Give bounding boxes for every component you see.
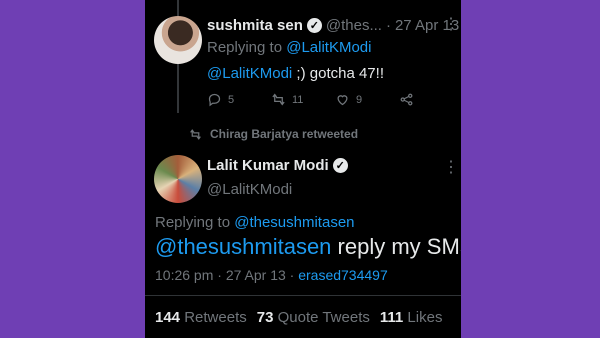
tweet2-stats: 144 Retweets 73 Quote Tweets 111 Likes (155, 309, 442, 326)
retweeted-label[interactable]: Chirag Barjatya retweeted (210, 127, 358, 141)
reply-button[interactable]: 5 (207, 92, 271, 107)
replying-label: Replying to (207, 39, 283, 56)
verified-icon: ✓ (306, 18, 322, 33)
reply-icon (208, 93, 221, 107)
retweet-icon (190, 128, 201, 140)
tweet2-replying-to: Replying to @thesushmitasen (155, 214, 355, 231)
replying-label: Replying to (155, 214, 231, 231)
like-count: 9 (356, 93, 363, 106)
verified-icon: ✓ (332, 158, 348, 173)
tweet2-header: Lalit Kumar Modi ✓ (207, 157, 348, 174)
replying-handle-link[interactable]: @thesushmitasen (234, 214, 354, 231)
quotes-label: Quote Tweets (277, 309, 370, 326)
likes-count: 111 (379, 309, 404, 326)
replying-handle-link[interactable]: @LalitKModi (286, 39, 371, 56)
mention-link[interactable]: @LalitKModi (207, 65, 292, 82)
separator: · (385, 17, 391, 34)
tweet1-text: @LalitKModi ;) gotcha 47!! (207, 65, 384, 82)
like-icon (337, 95, 348, 106)
tweet2-date[interactable]: 27 Apr 13 (226, 267, 286, 283)
share-icon (400, 93, 413, 106)
retweet-icon (272, 93, 285, 106)
tweet2-source[interactable]: erased734497 (298, 267, 388, 283)
tweet1-handle[interactable]: @thes... (326, 17, 382, 34)
retweets-label: Retweets (184, 309, 247, 326)
share-button[interactable] (399, 92, 461, 107)
quotes-stat[interactable]: 73 Quote Tweets (257, 309, 370, 326)
retweet-button[interactable]: 11 (271, 92, 335, 107)
tweet2-meta: 10:26 pm · 27 Apr 13 · erased734497 (155, 267, 388, 283)
tweet1-display-name[interactable]: sushmita sen (207, 17, 303, 34)
retweeted-banner: Chirag Barjatya retweeted (189, 127, 358, 141)
divider (145, 295, 461, 296)
like-button[interactable]: 9 (335, 92, 399, 107)
tweet2-body: reply my SMS (331, 234, 461, 259)
tweet1-header: sushmita sen ✓ @thes... · 27 Apr 13 (207, 17, 459, 34)
retweets-stat[interactable]: 144 Retweets (155, 309, 247, 326)
tweet2-handle[interactable]: @LalitKModi (207, 181, 292, 198)
avatar-lalit[interactable] (154, 155, 202, 203)
tweet1-actions: 5 11 9 (207, 92, 461, 107)
tweet1-body: ;) gotcha 47!! (292, 65, 384, 82)
more-icon[interactable]: ⋮ (443, 14, 459, 34)
likes-stat[interactable]: 111 Likes (380, 309, 443, 326)
reply-count: 5 (228, 93, 235, 106)
likes-label: Likes (407, 309, 443, 326)
retweets-count: 144 (155, 309, 181, 326)
avatar-sushmita[interactable] (154, 16, 202, 64)
retweet-count: 11 (292, 93, 304, 106)
tweet2-display-name[interactable]: Lalit Kumar Modi (207, 157, 329, 174)
tweet2-time[interactable]: 10:26 pm (155, 267, 213, 283)
tweet1-replying-to: Replying to @LalitKModi (207, 39, 371, 56)
tweet-panel: sushmita sen ✓ @thes... · 27 Apr 13 ⋮ Re… (145, 0, 461, 338)
tweet2-text: @thesushmitasen reply my SMS (155, 234, 461, 260)
more-icon[interactable]: ⋮ (443, 157, 459, 177)
quotes-count: 73 (256, 309, 274, 326)
mention-link[interactable]: @thesushmitasen (155, 234, 331, 259)
